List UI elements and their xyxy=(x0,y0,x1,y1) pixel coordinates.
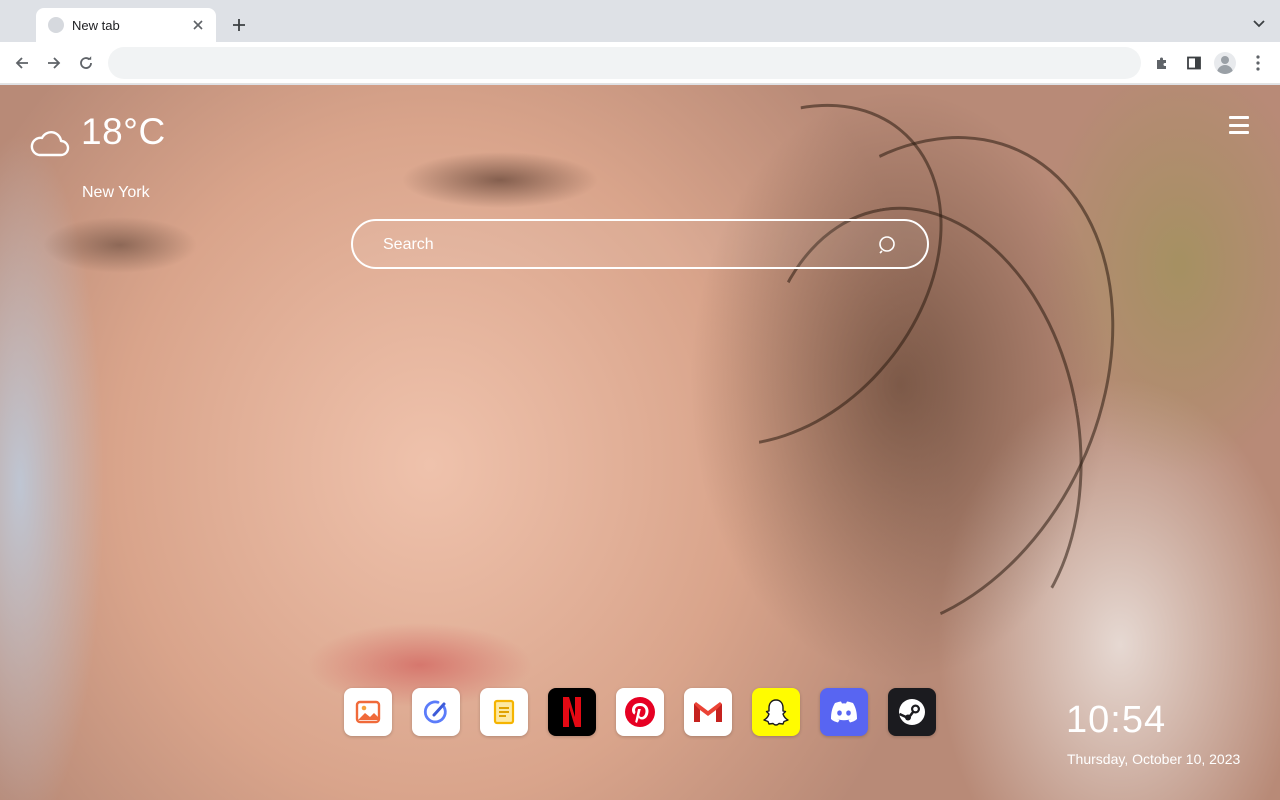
snapchat-ghost-icon xyxy=(763,699,789,726)
tab-close-icon[interactable] xyxy=(190,17,206,33)
pinterest-app-button[interactable] xyxy=(616,688,664,736)
profile-avatar-icon[interactable] xyxy=(1214,52,1236,74)
note-icon xyxy=(493,699,515,725)
kebab-menu-icon[interactable] xyxy=(1247,52,1269,74)
search-bar[interactable] xyxy=(351,219,929,269)
new-tab-page: 18°C New York Search 10:54 Thursday, Oct… xyxy=(0,85,1280,800)
discord-logo-icon xyxy=(831,701,857,723)
tab-favicon-icon xyxy=(48,17,64,33)
clock-widget: 10:54 Thursday, October 10, 2023 xyxy=(1066,699,1240,767)
search-icon[interactable] xyxy=(878,235,898,255)
cloud-icon xyxy=(30,131,70,157)
discord-app-button[interactable] xyxy=(820,688,868,736)
gmail-logo-icon xyxy=(694,702,722,722)
snapchat-app-button[interactable] xyxy=(752,688,800,736)
task-check-icon xyxy=(423,700,447,724)
hamburger-menu-icon[interactable] xyxy=(1229,116,1249,134)
photos-app-button[interactable] xyxy=(344,688,392,736)
clock-time: 10:54 xyxy=(1066,699,1167,741)
weather-temperature: 18°C xyxy=(81,111,166,152)
tab-strip: New tab xyxy=(0,0,1280,42)
tab-new-tab[interactable]: New tab xyxy=(36,8,216,42)
netflix-app-button[interactable] xyxy=(548,688,596,736)
steam-app-button[interactable] xyxy=(888,688,936,736)
arrow-left-icon[interactable] xyxy=(11,52,33,74)
arrow-right-icon[interactable] xyxy=(43,52,65,74)
image-icon xyxy=(355,700,381,724)
notes-app-button[interactable] xyxy=(480,688,528,736)
browser-toolbar xyxy=(0,42,1280,84)
address-bar[interactable] xyxy=(108,47,1141,79)
new-tab-plus-icon[interactable] xyxy=(228,14,250,36)
gmail-app-button[interactable] xyxy=(684,688,732,736)
pinterest-logo-icon xyxy=(625,697,655,727)
netflix-logo-icon xyxy=(563,697,581,727)
tab-search-chevron-down-icon[interactable] xyxy=(1250,15,1268,33)
clock-date: Thursday, October 10, 2023 xyxy=(1067,751,1241,767)
weather-city: New York xyxy=(82,184,150,201)
search-input[interactable] xyxy=(383,233,863,257)
tasks-app-button[interactable] xyxy=(412,688,460,736)
side-panel-icon[interactable] xyxy=(1183,52,1205,74)
tab-title: New tab xyxy=(72,17,120,33)
app-dock xyxy=(344,688,936,736)
steam-logo-icon xyxy=(898,699,925,725)
reload-icon[interactable] xyxy=(75,52,97,74)
puzzle-icon[interactable] xyxy=(1151,52,1173,74)
